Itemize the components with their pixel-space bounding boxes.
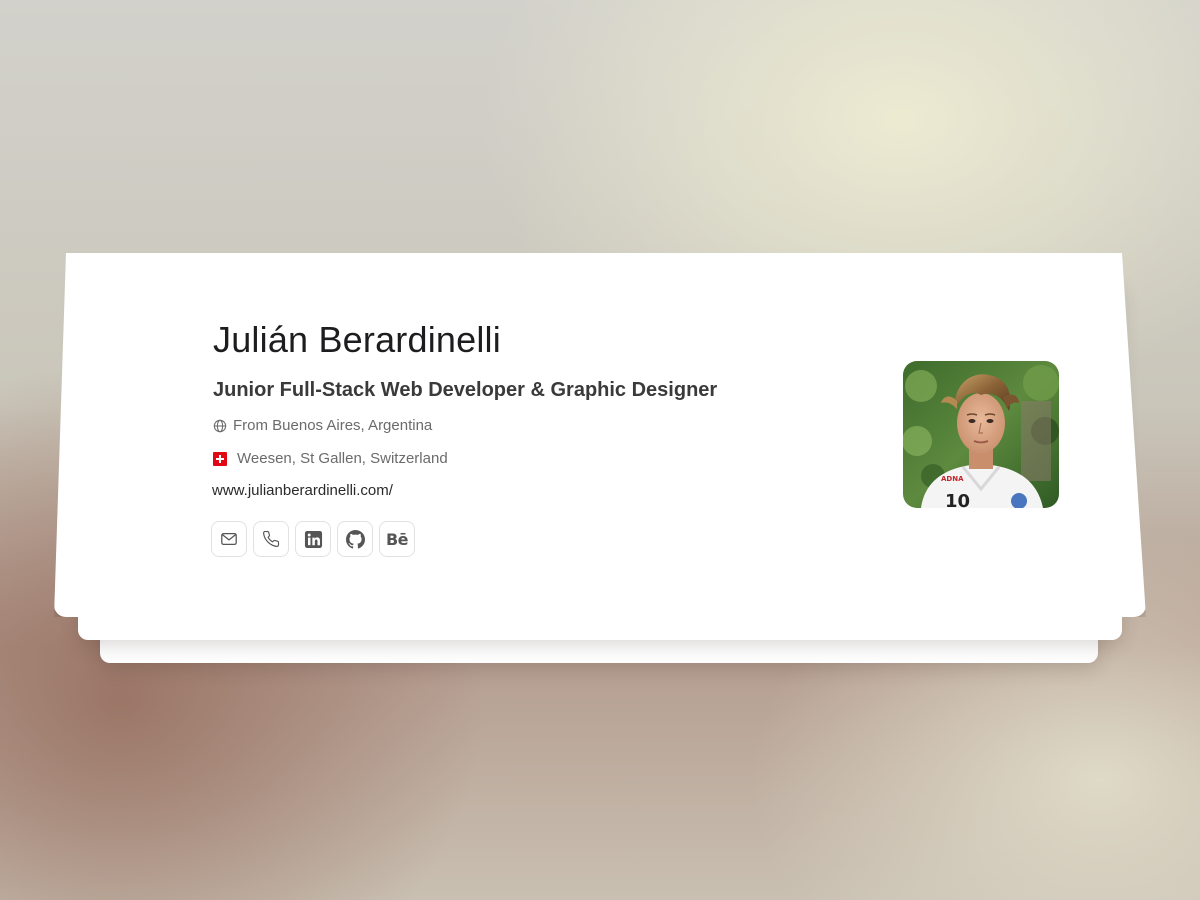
linkedin-button[interactable] — [295, 521, 331, 557]
origin-line: From Buenos Aires, Argentina — [213, 417, 432, 434]
profile-name: Julián Berardinelli — [213, 319, 501, 360]
profile-role: Junior Full-Stack Web Developer & Graphi… — [213, 379, 718, 401]
origin-text: From Buenos Aires, Argentina — [233, 417, 433, 434]
current-location-text: Weesen, St Gallen, Switzerland — [237, 450, 448, 467]
phone-icon — [262, 530, 280, 548]
social-links: Bē — [211, 521, 415, 557]
mail-icon — [220, 530, 238, 548]
phone-button[interactable] — [253, 521, 289, 557]
behance-icon: Bē — [385, 529, 409, 549]
github-button[interactable] — [337, 521, 373, 557]
avatar: ADNA 10 — [903, 361, 1059, 508]
globe-icon — [213, 419, 227, 433]
svg-text:10: 10 — [945, 491, 970, 508]
current-location-line: Weesen, St Gallen, Switzerland — [213, 450, 448, 467]
github-icon — [345, 529, 365, 549]
profile-card: Julián Berardinelli Junior Full-Stack We… — [54, 253, 1146, 617]
behance-button[interactable]: Bē — [379, 521, 415, 557]
email-button[interactable] — [211, 521, 247, 557]
linkedin-icon — [304, 530, 323, 549]
svg-text:ADNA: ADNA — [941, 475, 964, 483]
website-link[interactable]: www.julianberardinelli.com/ — [212, 482, 393, 499]
swiss-flag-icon — [213, 451, 227, 466]
